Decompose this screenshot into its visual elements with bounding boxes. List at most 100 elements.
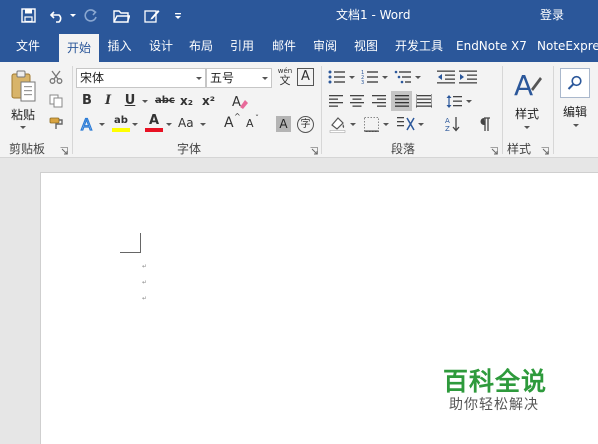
editing-label[interactable]: 编辑 xyxy=(563,103,587,120)
enclose-characters-button[interactable]: 字 xyxy=(297,116,314,133)
highlight-color-bar xyxy=(112,128,130,132)
tab-home[interactable]: 开始 xyxy=(59,34,99,62)
shrink-font-button[interactable]: A xyxy=(246,117,254,130)
font-size-value: 五号 xyxy=(210,71,235,85)
paragraph-mark: ↵ xyxy=(142,279,148,286)
paste-label[interactable]: 粘贴 xyxy=(11,106,35,123)
underline-dropdown-icon[interactable] xyxy=(142,100,148,103)
tab-design[interactable]: 设计 xyxy=(143,31,179,62)
align-right-icon[interactable] xyxy=(370,93,388,109)
shading-icon[interactable] xyxy=(328,114,348,134)
borders-icon[interactable] xyxy=(362,115,380,133)
font-color-button[interactable]: A xyxy=(145,114,163,134)
italic-button[interactable]: I xyxy=(101,93,115,108)
clear-formatting-icon[interactable]: A xyxy=(230,92,250,112)
tab-endnote[interactable]: EndNote X7 xyxy=(456,31,527,62)
styles-gallery-icon[interactable]: A xyxy=(511,68,543,102)
paste-dropdown-icon[interactable] xyxy=(20,126,26,129)
font-color-bar xyxy=(145,128,163,132)
distributed-icon[interactable] xyxy=(414,92,434,110)
increase-indent-icon[interactable] xyxy=(458,68,478,86)
line-spacing-dropdown-icon[interactable] xyxy=(466,100,472,103)
multilevel-list-dropdown-icon[interactable] xyxy=(415,76,421,79)
phonetic-guide-button[interactable]: wén 文 xyxy=(276,67,294,87)
tab-review[interactable]: 审阅 xyxy=(307,31,343,62)
underline-button[interactable]: U xyxy=(123,93,137,108)
watermark-subtitle: 助你轻松解决 xyxy=(449,397,539,413)
sign-in-link[interactable]: 登录 xyxy=(540,0,564,31)
change-case-dropdown-icon[interactable] xyxy=(200,123,206,126)
borders-dropdown-icon[interactable] xyxy=(383,123,389,126)
paragraph-mark: ↵ xyxy=(142,295,148,302)
chinese-layout-icon[interactable] xyxy=(396,115,416,133)
font-launcher-icon[interactable] xyxy=(310,144,318,155)
edit-form-icon[interactable] xyxy=(142,0,162,31)
text-effects-icon[interactable]: A xyxy=(78,114,98,134)
highlight-button[interactable]: ab xyxy=(112,114,130,134)
bold-button[interactable]: B xyxy=(80,93,94,108)
show-paragraph-marks-icon[interactable] xyxy=(475,115,493,133)
margin-corner-mark xyxy=(120,252,141,253)
font-size-combo[interactable]: 五号 xyxy=(206,68,272,88)
styles-label[interactable]: 样式 xyxy=(515,105,539,122)
save-icon[interactable] xyxy=(18,0,38,31)
grow-font-button[interactable]: A xyxy=(224,115,234,131)
decrease-indent-icon[interactable] xyxy=(436,68,456,86)
tab-file[interactable]: 文件 xyxy=(6,31,50,62)
change-case-button[interactable]: Aa xyxy=(178,116,194,130)
paragraph-launcher-icon[interactable] xyxy=(490,144,498,155)
shrink-font-arrow-icon: ˇ xyxy=(255,114,259,123)
tab-developer[interactable]: 开发工具 xyxy=(390,31,448,62)
watermark-title: 百科全说 xyxy=(443,367,548,396)
sort-icon[interactable]: AZ xyxy=(444,115,462,133)
styles-launcher-icon[interactable] xyxy=(541,144,549,155)
cut-icon[interactable] xyxy=(47,68,65,86)
customize-qat-icon[interactable] xyxy=(172,0,184,31)
svg-text:A: A xyxy=(514,69,533,101)
bullets-icon[interactable] xyxy=(327,68,347,86)
paragraph-mark: ↵ xyxy=(142,263,148,270)
justify-icon[interactable] xyxy=(391,91,412,111)
paste-icon[interactable] xyxy=(8,68,38,104)
tab-references[interactable]: 引用 xyxy=(224,31,260,62)
editing-dropdown-icon[interactable] xyxy=(573,124,579,127)
text-effects-dropdown-icon[interactable] xyxy=(99,123,105,126)
tab-mailings[interactable]: 邮件 xyxy=(266,31,302,62)
shading-dropdown-icon[interactable] xyxy=(350,123,356,126)
undo-dropdown-icon[interactable] xyxy=(70,14,76,17)
align-center-icon[interactable] xyxy=(348,93,366,109)
find-search-icon[interactable] xyxy=(560,68,590,98)
clipboard-launcher-icon[interactable] xyxy=(60,144,68,155)
tab-insert[interactable]: 插入 xyxy=(101,31,138,62)
font-group-label: 字体 xyxy=(177,142,202,156)
tab-layout[interactable]: 布局 xyxy=(183,31,219,62)
bullets-dropdown-icon[interactable] xyxy=(349,76,355,79)
character-border-button[interactable]: A xyxy=(297,68,314,86)
styles-group-label: 样式 xyxy=(507,142,532,156)
redo-icon[interactable] xyxy=(82,0,100,31)
copy-icon[interactable] xyxy=(47,92,65,110)
line-spacing-icon[interactable] xyxy=(445,92,463,110)
phonetic-guide-bottom: 文 xyxy=(279,74,291,87)
svg-text:3: 3 xyxy=(361,80,364,84)
numbering-dropdown-icon[interactable] xyxy=(382,76,388,79)
styles-dropdown-icon[interactable] xyxy=(524,126,530,129)
subscript-button[interactable]: x₂ xyxy=(180,94,193,108)
numbering-icon[interactable]: 123 xyxy=(360,68,380,86)
separator xyxy=(553,66,554,154)
align-left-icon[interactable] xyxy=(327,93,345,109)
character-shading-button[interactable]: A xyxy=(276,116,291,132)
font-name-combo[interactable]: 宋体 xyxy=(76,68,206,88)
tab-noteexpress[interactable]: NoteExpres xyxy=(537,31,598,62)
undo-icon[interactable] xyxy=(48,0,68,31)
window-title: 文档1 - Word xyxy=(336,8,411,22)
strikethrough-button[interactable]: abc xyxy=(155,95,175,106)
highlight-dropdown-icon[interactable] xyxy=(132,123,138,126)
superscript-button[interactable]: x² xyxy=(202,94,215,108)
chinese-layout-dropdown-icon[interactable] xyxy=(418,123,424,126)
multilevel-list-icon[interactable] xyxy=(393,68,413,86)
tab-view[interactable]: 视图 xyxy=(348,31,384,62)
open-folder-icon[interactable] xyxy=(110,0,132,31)
font-color-dropdown-icon[interactable] xyxy=(166,123,172,126)
format-painter-icon[interactable] xyxy=(47,114,65,132)
